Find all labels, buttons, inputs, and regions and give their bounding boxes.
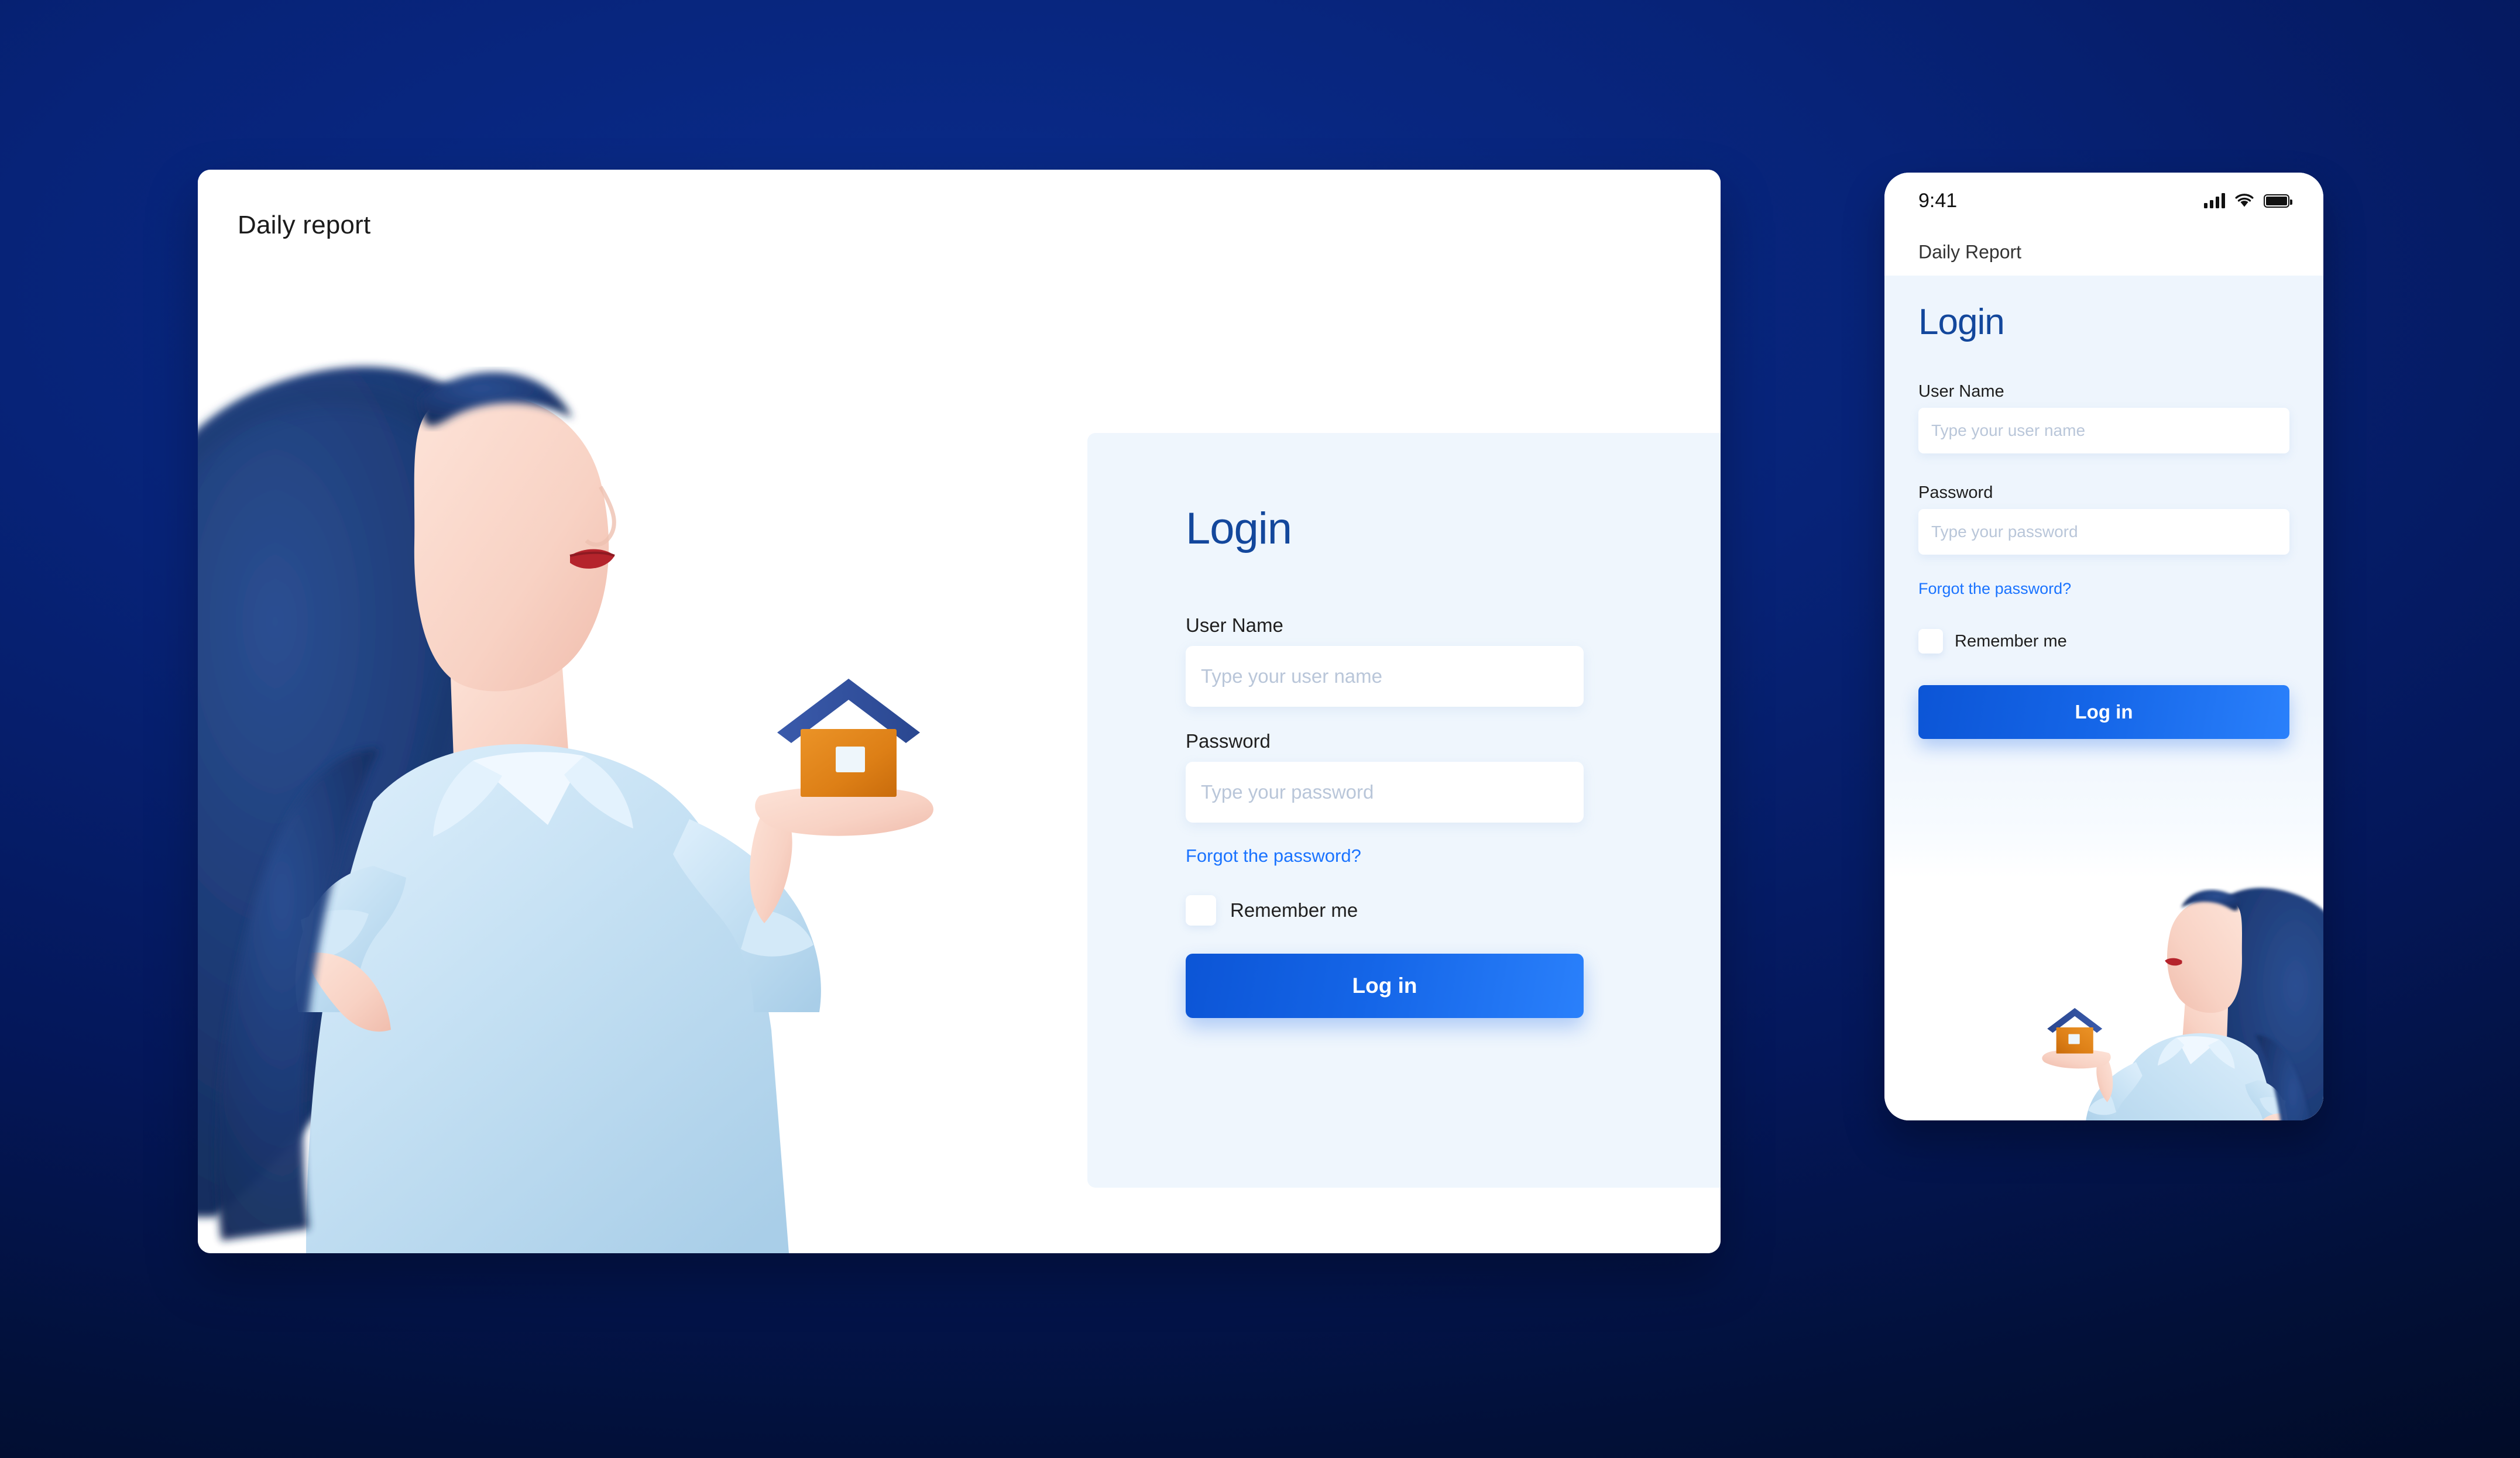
forgot-password-link[interactable]: Forgot the password? (1186, 845, 1361, 866)
mobile-remember-me-checkbox[interactable] (1918, 629, 1943, 654)
wifi-icon (2235, 194, 2254, 207)
desktop-app-window: Daily report Login User Name Type your u… (198, 170, 1721, 1253)
battery-icon (2264, 194, 2292, 208)
password-label: Password (1186, 730, 1271, 752)
mobile-illustration-svg (2042, 888, 2323, 1120)
status-bar-icons (2204, 193, 2292, 208)
mobile-password-input[interactable] (1918, 509, 2289, 555)
illustration-svg (198, 366, 933, 1253)
woman-holding-house-illustration (198, 281, 1029, 1253)
remember-me-label: Remember me (1230, 899, 1358, 921)
mobile-login-heading: Login (1918, 302, 2005, 342)
cellular-signal-icon (2204, 193, 2225, 208)
remember-me-checkbox[interactable] (1186, 895, 1216, 926)
mobile-password-label: Password (1918, 483, 1993, 502)
username-label: User Name (1186, 614, 1283, 636)
desktop-header-bar: Daily report (198, 170, 1721, 281)
mobile-forgot-password-link[interactable]: Forgot the password? (1918, 580, 2071, 598)
mobile-login-form-panel: Login User Name Password Forgot the pass… (1884, 276, 2323, 878)
mobile-remember-me-row[interactable]: Remember me (1918, 629, 2067, 654)
status-bar-time: 9:41 (1918, 189, 1958, 212)
page-title: Daily report (238, 211, 371, 239)
login-form-panel: Login User Name Password Forgot the pass… (1087, 433, 1721, 1188)
login-button[interactable]: Log in (1186, 954, 1584, 1018)
mobile-title-bar: Daily Report (1884, 229, 2323, 276)
mobile-page-title: Daily Report (1918, 241, 2022, 263)
mobile-login-button[interactable]: Log in (1918, 685, 2289, 739)
username-input[interactable] (1186, 646, 1584, 707)
house-icon (777, 679, 920, 797)
mobile-username-input[interactable] (1918, 408, 2289, 453)
desktop-content-area: Login User Name Password Forgot the pass… (198, 281, 1721, 1253)
login-heading: Login (1186, 504, 1292, 553)
mobile-device-frame: 9:41 Daily Report Login User Name Passwo… (1884, 173, 2323, 1120)
mobile-status-bar: 9:41 (1884, 173, 2323, 229)
mobile-remember-me-label: Remember me (1955, 631, 2067, 651)
mobile-house-icon (2047, 1007, 2103, 1054)
remember-me-row[interactable]: Remember me (1186, 895, 1358, 926)
password-input[interactable] (1186, 762, 1584, 823)
mobile-woman-holding-house-illustration (1884, 878, 2323, 1120)
mobile-username-label: User Name (1918, 382, 2004, 401)
